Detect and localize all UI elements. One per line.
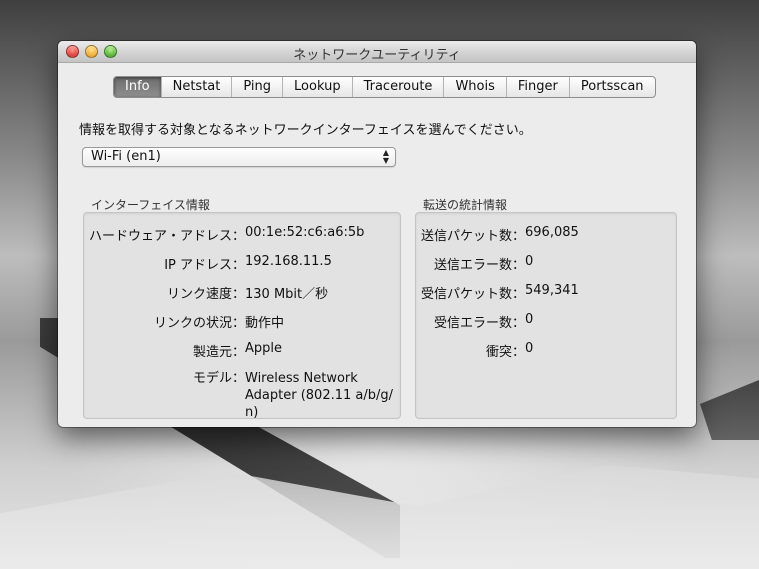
tab-portsscan[interactable]: Portsscan — [570, 77, 655, 97]
info-row-vendor: 製造元： Apple — [88, 341, 282, 360]
window-title: ネットワークユーティリティ — [293, 48, 461, 63]
stats-row-send-errors: 送信エラー数： 0 — [420, 254, 533, 273]
stats-row-sent-packets: 送信パケット数： 696,085 — [420, 225, 579, 244]
stats-key: 衝突： — [485, 345, 525, 360]
interface-info-label: インターフェイス情報 — [91, 198, 210, 212]
transfer-stats-panel: 送信パケット数： 696,085 送信エラー数： 0 受信パケット数： 549,… — [415, 212, 677, 419]
interface-prompt: 情報を取得する対象となるネットワークインターフェイスを選んでください。 — [79, 123, 532, 138]
desktop-post — [700, 380, 759, 440]
info-key: モデル： — [192, 371, 245, 386]
interface-select[interactable]: Wi-Fi (en1) ▲ ▼ — [82, 147, 396, 167]
tab-finger[interactable]: Finger — [507, 77, 570, 97]
info-value: 130 Mbit／秒 — [245, 287, 329, 302]
info-row-link-status: リンクの状況： 動作中 — [88, 312, 284, 331]
info-row-hardware-address: ハードウェア・アドレス： 00:1e:52:c6:a6:5b — [88, 225, 364, 244]
info-row-link-speed: リンク速度： 130 Mbit／秒 — [88, 283, 328, 302]
desktop-shore — [0, 464, 759, 569]
stats-value: 549,341 — [525, 283, 579, 298]
tab-netstat[interactable]: Netstat — [162, 77, 233, 97]
interface-info-panel: ハードウェア・アドレス： 00:1e:52:c6:a6:5b IP アドレス： … — [83, 212, 401, 421]
stats-key: 受信パケット数： — [420, 287, 525, 302]
stats-row-receive-errors: 受信エラー数： 0 — [420, 312, 533, 331]
stats-value: 0 — [525, 254, 534, 269]
stats-value: 0 — [525, 312, 534, 327]
info-key: リンク速度： — [166, 287, 245, 302]
stats-key: 受信エラー数： — [433, 316, 525, 331]
info-row-ip-address: IP アドレス： 192.168.11.5 — [88, 254, 332, 273]
window-content: Info Netstat Ping Lookup Traceroute Whoi… — [58, 63, 696, 426]
stats-value: 0 — [525, 341, 534, 356]
title-bar[interactable]: ネットワークユーティリティ — [58, 41, 696, 63]
info-value: 192.168.11.5 — [245, 254, 332, 269]
info-key: ハードウェア・アドレス： — [88, 229, 245, 244]
info-key: リンクの状況： — [153, 316, 245, 331]
stats-row-collisions: 衝突： 0 — [420, 341, 533, 360]
info-value: Wireless Network Adapter (802.11 a/b/g/ … — [245, 371, 394, 420]
info-value: 00:1e:52:c6:a6:5b — [245, 225, 365, 240]
stats-row-received-packets: 受信パケット数： 549,341 — [420, 283, 579, 302]
tab-traceroute[interactable]: Traceroute — [353, 77, 445, 97]
updown-arrows-icon: ▲ ▼ — [382, 148, 389, 165]
tab-bar: Info Netstat Ping Lookup Traceroute Whoi… — [113, 76, 656, 98]
tab-lookup[interactable]: Lookup — [283, 77, 353, 97]
info-value: 動作中 — [245, 316, 285, 331]
info-key: IP アドレス： — [164, 258, 245, 273]
tab-ping[interactable]: Ping — [232, 77, 284, 97]
transfer-stats-label: 転送の統計情報 — [423, 198, 508, 212]
info-row-model: モデル： Wireless Network Adapter (802.11 a/… — [88, 370, 400, 421]
network-utility-window: ネットワークユーティリティ Info Netstat Ping Lookup T… — [58, 41, 696, 427]
info-value: Apple — [245, 341, 283, 356]
info-key: 製造元： — [192, 345, 245, 360]
stats-key: 送信エラー数： — [433, 258, 525, 273]
stats-key: 送信パケット数： — [420, 229, 525, 244]
interface-select-value: Wi-Fi (en1) — [91, 149, 161, 164]
tab-whois[interactable]: Whois — [444, 77, 507, 97]
stats-value: 696,085 — [525, 225, 579, 240]
tab-info[interactable]: Info — [114, 77, 162, 97]
